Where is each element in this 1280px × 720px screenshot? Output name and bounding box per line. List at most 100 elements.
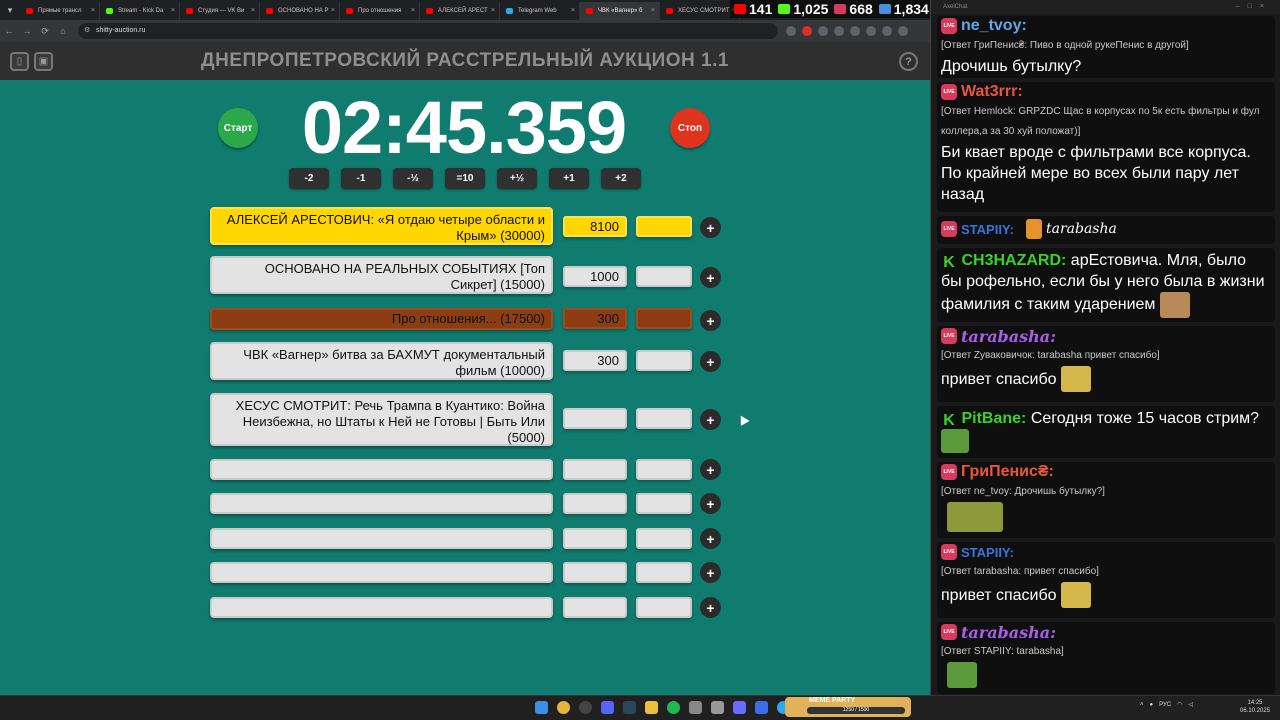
lot-add-amount-field[interactable] bbox=[636, 308, 692, 329]
lot-amount-field[interactable] bbox=[563, 493, 627, 514]
volume-icon[interactable]: ◁ bbox=[1188, 701, 1193, 708]
lot-add-amount-field[interactable] bbox=[636, 493, 692, 514]
spotify-icon[interactable] bbox=[667, 701, 680, 714]
lot-amount-field[interactable]: 8100 bbox=[563, 216, 627, 237]
extension-icon[interactable] bbox=[834, 26, 844, 36]
lot-amount-field[interactable] bbox=[563, 528, 627, 549]
chat-author[interactable]: Wat3rrr: bbox=[961, 83, 1023, 101]
chat-author[interactable]: ГриПенис₴: bbox=[961, 463, 1054, 481]
timer-minus-2-button[interactable]: -2 bbox=[289, 168, 329, 189]
back-icon[interactable]: ← bbox=[0, 20, 18, 42]
window-controls[interactable]: –□× bbox=[1236, 0, 1272, 14]
timer-plus-half-button[interactable]: +½ bbox=[497, 168, 537, 189]
lot-add-button[interactable]: + bbox=[700, 351, 721, 372]
puzzle-icon[interactable] bbox=[850, 26, 860, 36]
chat-author[interactable]: CH3HAZARD: bbox=[961, 252, 1066, 269]
address-input[interactable]: ⚙ shitty-auction.ru bbox=[78, 23, 778, 39]
lot-add-button[interactable]: + bbox=[700, 217, 721, 238]
lot-name-field[interactable]: ОСНОВАНО НА РЕАЛЬНЫХ СОБЫТИЯХ [Топ Сикре… bbox=[210, 256, 553, 294]
lot-name-field[interactable]: ХЕСУС СМОТРИТ: Речь Трампа в Куантико: В… bbox=[210, 393, 553, 446]
extension-icon[interactable] bbox=[802, 26, 812, 36]
close-icon[interactable]: × bbox=[331, 2, 335, 20]
close-icon[interactable]: × bbox=[91, 2, 95, 20]
browser-tab[interactable]: ХЕСУС СМОТРИТ× bbox=[660, 2, 740, 20]
lot-add-amount-field[interactable] bbox=[636, 266, 692, 287]
steam-icon[interactable] bbox=[623, 701, 636, 714]
obs-icon[interactable] bbox=[579, 701, 592, 714]
lot-name-field[interactable] bbox=[210, 597, 553, 618]
microphone-icon[interactable]: ● bbox=[1150, 702, 1154, 708]
lot-add-amount-field[interactable] bbox=[636, 350, 692, 371]
system-clock[interactable]: 14:25 06.10.2025 bbox=[1240, 699, 1270, 715]
lot-amount-field[interactable]: 300 bbox=[563, 308, 627, 329]
browser-tab[interactable]: Stream - Kick Da × bbox=[100, 2, 180, 20]
start-button[interactable]: Старт bbox=[218, 108, 258, 148]
lot-add-button[interactable]: + bbox=[700, 597, 721, 618]
download-icon[interactable] bbox=[866, 26, 876, 36]
browser-tab[interactable]: Telegram Web × bbox=[500, 2, 580, 20]
lot-add-amount-field[interactable] bbox=[636, 562, 692, 583]
media-icon[interactable] bbox=[733, 701, 746, 714]
browser-tab[interactable]: Прямые трансл × bbox=[20, 2, 100, 20]
language-indicator[interactable]: РУС bbox=[1159, 702, 1171, 708]
timer-plus-2-button[interactable]: +2 bbox=[601, 168, 641, 189]
menu-icon[interactable] bbox=[898, 26, 908, 36]
lot-add-button[interactable]: + bbox=[700, 562, 721, 583]
lot-amount-field[interactable] bbox=[563, 597, 627, 618]
tab-search-icon[interactable]: ▾ bbox=[0, 0, 20, 20]
app-icon[interactable] bbox=[689, 701, 702, 714]
close-icon[interactable]: × bbox=[571, 2, 575, 20]
timer-set-10-button[interactable]: =10 bbox=[445, 168, 485, 189]
app-icon[interactable] bbox=[711, 701, 724, 714]
lot-add-amount-field[interactable] bbox=[636, 528, 692, 549]
browser-tab-active[interactable]: ЧВК «Вагнер» б × bbox=[580, 2, 660, 20]
browser-tab[interactable]: Студия — VK Ви × bbox=[180, 2, 260, 20]
profile-icon[interactable] bbox=[882, 26, 892, 36]
chrome-icon[interactable] bbox=[557, 701, 570, 714]
lot-add-button[interactable]: + bbox=[700, 310, 721, 331]
chat-author[interactable]: tarabasha: bbox=[961, 623, 1056, 642]
explorer-icon[interactable] bbox=[645, 701, 658, 714]
close-icon[interactable]: × bbox=[651, 2, 655, 20]
lot-add-button[interactable]: + bbox=[700, 459, 721, 480]
chat-author[interactable]: tarabasha: bbox=[961, 327, 1056, 346]
lot-name-field[interactable] bbox=[210, 528, 553, 549]
lot-name-field[interactable] bbox=[210, 562, 553, 583]
browser-tab[interactable]: Про отношения × bbox=[340, 2, 420, 20]
discord-icon[interactable] bbox=[601, 701, 614, 714]
wifi-icon[interactable]: ◠ bbox=[1177, 701, 1182, 708]
lot-name-field[interactable]: Про отношения... (17500) bbox=[210, 308, 553, 330]
app-icon[interactable] bbox=[755, 701, 768, 714]
lot-name-field[interactable]: АЛЕКСЕЙ АРЕСТОВИЧ: «Я отдаю четыре облас… bbox=[210, 207, 553, 245]
home-icon[interactable]: ⌂ bbox=[54, 20, 72, 42]
lot-add-amount-field[interactable] bbox=[636, 216, 692, 237]
chevron-up-icon[interactable]: ˄ bbox=[1140, 702, 1144, 708]
lot-add-amount-field[interactable] bbox=[636, 597, 692, 618]
lot-add-amount-field[interactable] bbox=[636, 459, 692, 480]
star-icon[interactable] bbox=[786, 26, 796, 36]
lot-add-button[interactable]: + bbox=[700, 409, 721, 430]
close-icon[interactable]: × bbox=[251, 2, 255, 20]
browser-tab[interactable]: ОСНОВАНО НА Р × bbox=[260, 2, 340, 20]
lot-amount-field[interactable] bbox=[563, 408, 627, 429]
close-icon[interactable]: × bbox=[491, 2, 495, 20]
chat-author[interactable]: STAPIIY: bbox=[961, 222, 1014, 237]
lot-add-button[interactable]: + bbox=[700, 528, 721, 549]
lot-amount-field[interactable] bbox=[563, 562, 627, 583]
help-icon[interactable]: ? bbox=[899, 52, 918, 71]
close-icon[interactable]: × bbox=[411, 2, 415, 20]
lot-name-field[interactable] bbox=[210, 493, 553, 514]
timer-minus-1-button[interactable]: -1 bbox=[341, 168, 381, 189]
lot-add-amount-field[interactable] bbox=[636, 408, 692, 429]
chat-author[interactable]: ne_tvoy: bbox=[961, 17, 1027, 35]
chat-author[interactable]: STAPIIY: bbox=[961, 545, 1014, 560]
lot-amount-field[interactable] bbox=[563, 459, 627, 480]
timer-minus-half-button[interactable]: -½ bbox=[393, 168, 433, 189]
browser-tab[interactable]: АЛЕКСЕЙ АРЕСТ × bbox=[420, 2, 500, 20]
extension-icon[interactable] bbox=[818, 26, 828, 36]
reload-icon[interactable]: ⟳ bbox=[36, 20, 54, 42]
lot-amount-field[interactable]: 300 bbox=[563, 350, 627, 371]
lot-add-button[interactable]: + bbox=[700, 493, 721, 514]
chat-author[interactable]: PitBane: bbox=[961, 410, 1026, 427]
site-info-icon[interactable]: ⚙ bbox=[84, 23, 90, 39]
